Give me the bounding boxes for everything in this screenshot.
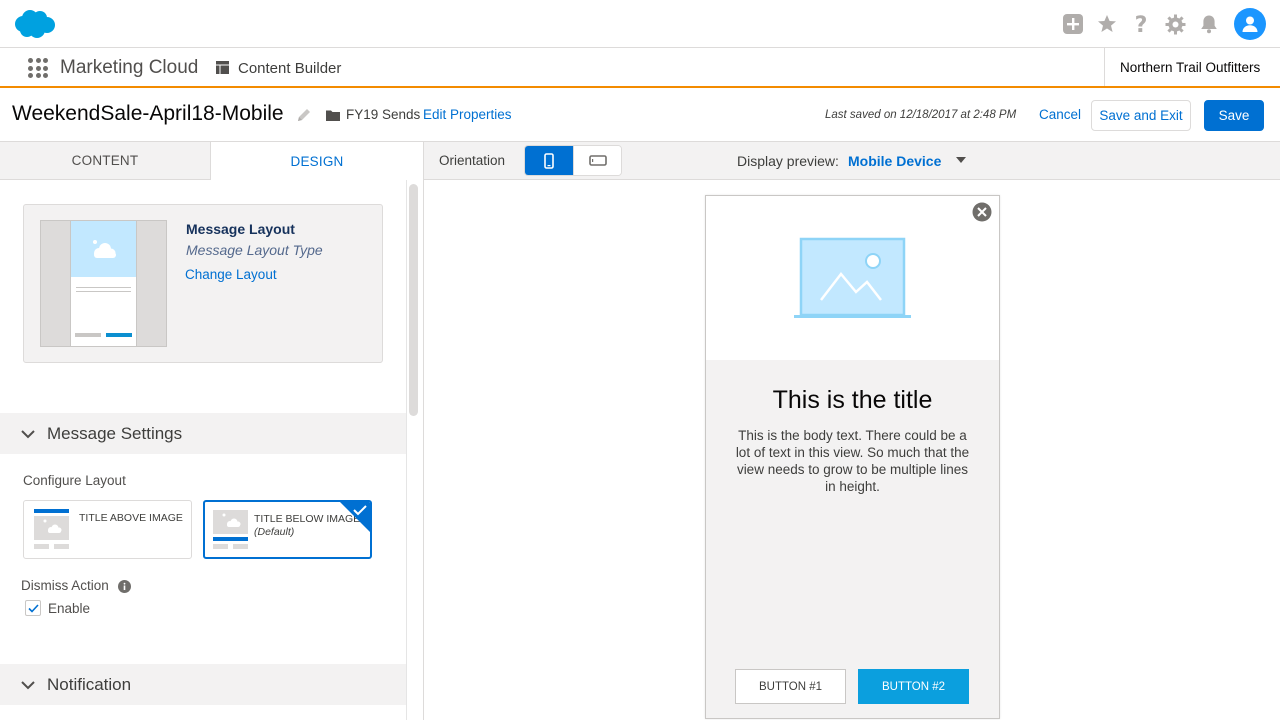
edit-properties-link[interactable]: Edit Properties <box>423 107 512 122</box>
preview-button-1[interactable]: BUTTON #1 <box>735 669 846 704</box>
message-layout-type: Message Layout Type <box>186 242 323 258</box>
preview-button-2[interactable]: BUTTON #2 <box>858 669 969 704</box>
cloud-icon <box>93 240 116 258</box>
svg-text:?: ? <box>1135 13 1148 35</box>
chevron-down-icon <box>21 429 35 438</box>
preview-title[interactable]: This is the title <box>706 386 999 415</box>
save-button[interactable]: Save <box>1204 100 1264 131</box>
pencil-icon[interactable] <box>296 107 312 123</box>
business-unit-name: Northern Trail Outfitters <box>1120 59 1261 75</box>
save-and-exit-button[interactable]: Save and Exit <box>1091 100 1191 131</box>
display-preview-label: Display preview: <box>737 153 839 169</box>
title-above-image-icon <box>34 509 69 549</box>
tab-content[interactable]: CONTENT <box>0 142 211 180</box>
left-panel: CONTENT DESIGN Message Layout Message La… <box>0 142 424 720</box>
change-layout-link[interactable]: Change Layout <box>185 267 277 282</box>
enable-checkbox[interactable] <box>25 600 41 616</box>
global-actions: ? <box>1056 8 1266 40</box>
notification-header[interactable]: Notification <box>0 664 406 705</box>
caret-down-icon[interactable] <box>956 157 966 163</box>
help-icon[interactable]: ? <box>1124 8 1158 40</box>
layout-option-title-below[interactable]: TITLE BELOW IMAGE (Default) <box>203 500 372 559</box>
page-title: WeekendSale-April18-Mobile <box>12 102 284 125</box>
phone-landscape-icon <box>588 155 607 166</box>
phone-portrait-icon <box>544 152 554 169</box>
display-preview-select[interactable]: Mobile Device <box>848 153 941 169</box>
checkmark-icon <box>353 505 367 516</box>
star-icon[interactable] <box>1090 8 1124 40</box>
panel-tabs: CONTENT DESIGN <box>0 142 423 180</box>
plus-icon[interactable] <box>1056 8 1090 40</box>
mobile-preview: This is the title This is the body text.… <box>705 195 1000 719</box>
last-saved-text: Last saved on 12/18/2017 at 2:48 PM <box>825 109 1017 121</box>
message-settings-label: Message Settings <box>47 423 183 443</box>
avatar-icon[interactable] <box>1234 8 1266 40</box>
message-layout-card: Message Layout Message Layout Type Chang… <box>23 204 383 363</box>
chevron-down-icon <box>21 680 35 689</box>
portrait-button[interactable] <box>525 146 573 175</box>
gear-icon[interactable] <box>1158 8 1192 40</box>
salesforce-logo-icon[interactable] <box>12 9 56 39</box>
dismiss-action-label: Dismiss Action <box>21 578 109 593</box>
info-icon[interactable] <box>118 580 131 593</box>
layout-option-title-above[interactable]: TITLE ABOVE IMAGE <box>23 500 192 559</box>
close-icon[interactable] <box>972 202 992 222</box>
content-builder-link[interactable]: Content Builder <box>238 60 341 77</box>
orientation-label: Orientation <box>439 153 506 168</box>
enable-label: Enable <box>48 601 91 616</box>
preview-image-area[interactable] <box>706 196 999 360</box>
folder-icon <box>326 110 340 121</box>
orientation-toggle <box>524 145 622 176</box>
global-header: ? <box>0 0 1280 48</box>
cancel-button[interactable]: Cancel <box>1039 107 1081 122</box>
title-bar: WeekendSale-April18-Mobile FY19 Sends Ed… <box>0 90 1280 142</box>
app-launcher-icon[interactable] <box>28 58 48 78</box>
tab-design[interactable]: DESIGN <box>211 142 423 180</box>
preview-toolbar: Orientation Display preview: Mobile Devi… <box>424 142 1280 180</box>
notification-label: Notification <box>47 674 132 694</box>
layout-option-label: TITLE ABOVE IMAGE <box>79 512 183 524</box>
bell-icon[interactable] <box>1192 8 1226 40</box>
app-name[interactable]: Marketing Cloud <box>60 57 198 79</box>
landscape-button[interactable] <box>573 146 621 175</box>
preview-body-text[interactable]: This is the body text. There could be a … <box>730 427 975 495</box>
content-builder-icon <box>216 61 229 74</box>
checkmark-icon <box>27 603 39 613</box>
business-unit-switcher[interactable]: Northern Trail Outfitters <box>1104 48 1280 86</box>
scrollbar-thumb[interactable] <box>409 184 418 416</box>
message-settings-header[interactable]: Message Settings <box>0 413 406 454</box>
image-placeholder-icon <box>794 237 911 318</box>
layout-thumbnail <box>40 220 167 347</box>
message-layout-title: Message Layout <box>186 221 295 237</box>
title-below-image-icon <box>213 510 248 549</box>
preview-canvas: This is the title This is the body text.… <box>424 181 1280 720</box>
folder-name: FY19 Sends <box>346 107 421 122</box>
app-navigation: Marketing Cloud Content Builder Northern… <box>0 48 1280 88</box>
scrollbar-track <box>406 180 407 720</box>
configure-layout-label: Configure Layout <box>23 473 126 488</box>
